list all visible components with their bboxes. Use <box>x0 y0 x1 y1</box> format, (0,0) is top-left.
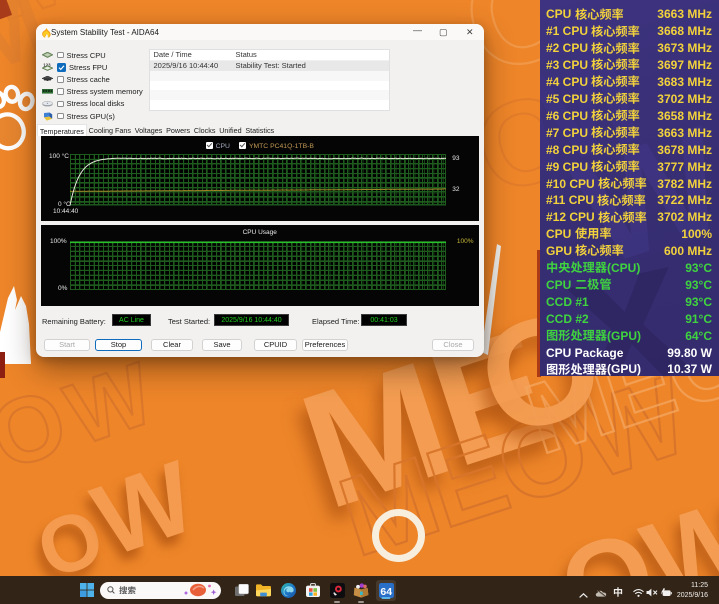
svg-text:64: 64 <box>380 585 392 597</box>
